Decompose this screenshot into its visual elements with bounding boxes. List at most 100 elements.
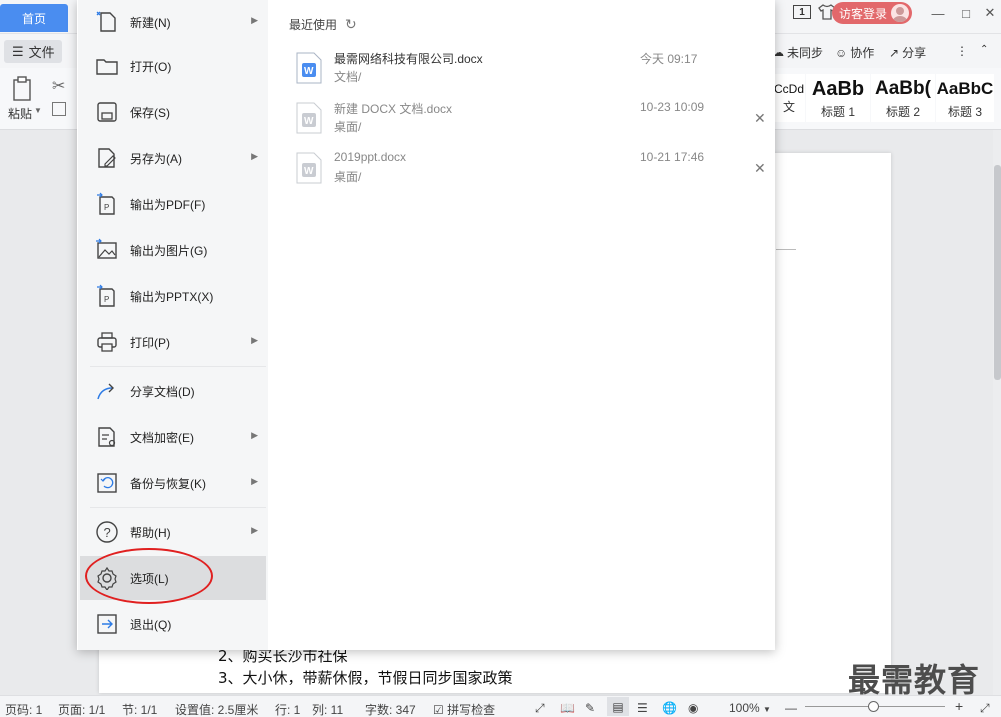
svg-text:?: ? <box>104 525 111 540</box>
fit-page-icon[interactable]: ⤢ <box>980 701 990 716</box>
chevron-right-icon: ▶ <box>251 430 258 440</box>
export-pdf-icon: P <box>97 192 115 215</box>
status-section[interactable]: 节: 1/1 <box>122 701 157 717</box>
style-heading-2[interactable]: AaBb( 标题 2 <box>871 74 935 122</box>
file-label: 文件 <box>28 45 55 60</box>
menu-item-exit[interactable]: 退出(Q) <box>80 602 266 646</box>
menu-item-export-pptx[interactable]: P 输出为PPTX(X) <box>80 274 266 318</box>
chevron-right-icon: ▶ <box>251 476 258 486</box>
menu-item-save[interactable]: 保存(S) <box>80 90 266 134</box>
spell-check-label: 拼写检查 <box>447 703 496 717</box>
recent-file-item[interactable]: W 新建 DOCX 文档.docx 桌面/ 10-23 10:09 ✕ <box>290 96 770 142</box>
window-count-icon[interactable]: 1 <box>793 5 811 19</box>
style-heading-1[interactable]: AaBb 标题 1 <box>806 74 870 122</box>
status-pages[interactable]: 页面: 1/1 <box>58 701 105 717</box>
menu-divider <box>90 366 266 367</box>
status-col: 列: 11 <box>312 703 344 717</box>
chevron-right-icon: ▶ <box>251 151 258 161</box>
close-icon[interactable]: ✕ <box>974 0 1001 26</box>
style-sample: CcDd <box>773 81 804 96</box>
scrollbar-thumb[interactable] <box>994 165 1001 380</box>
unsync-button[interactable]: ☁ 未同步 <box>773 44 823 61</box>
share-label: 分享 <box>902 46 927 60</box>
menu-item-open[interactable]: 打开(O) <box>80 44 266 88</box>
share-button[interactable]: ↗ 分享 <box>889 44 926 61</box>
read-mode-icon[interactable]: 📖 <box>560 701 575 715</box>
recent-file-path: 桌面/ <box>334 120 362 134</box>
paste-icon[interactable] <box>12 76 34 102</box>
page-view-icon[interactable]: ▤ <box>607 697 629 716</box>
write-mode-icon[interactable]: ✎ <box>585 701 595 715</box>
fullscreen-icon[interactable]: ⤢ <box>535 701 545 716</box>
share-icon <box>97 383 114 400</box>
web-view-icon[interactable]: 🌐 <box>662 701 677 715</box>
style-heading-3[interactable]: AaBbC 标题 3 <box>936 74 994 122</box>
menu-label: 备份与恢复(K) <box>130 476 206 491</box>
menu-item-encrypt[interactable]: 文档加密(E) ▶ <box>80 415 266 459</box>
zoom-slider-thumb[interactable] <box>868 701 879 712</box>
menu-label: 帮助(H) <box>130 525 171 540</box>
recent-file-name: 新建 DOCX 文档.docx <box>334 102 453 116</box>
status-bar: 页码: 1 页面: 1/1 节: 1/1 设置值: 2.5厘米 行: 1 列: … <box>0 695 1001 717</box>
exit-icon <box>97 614 117 634</box>
status-word-count[interactable]: 字数: 347 <box>365 701 416 717</box>
style-sample: AaBb <box>811 77 865 100</box>
collab-label: 协作 <box>850 46 875 60</box>
recent-file-item[interactable]: W 2019ppt.docx 桌面/ 10-21 17:46 ✕ <box>290 146 770 192</box>
menu-item-export-pdf[interactable]: P 输出为PDF(F) <box>80 182 266 226</box>
folder-icon <box>96 59 118 75</box>
chevron-up-icon[interactable]: ⌃ <box>980 44 988 55</box>
menu-item-save-as[interactable]: 另存为(A) ▶ <box>80 136 266 180</box>
menu-label: 退出(Q) <box>130 617 172 632</box>
menu-item-share[interactable]: 分享文档(D) <box>80 369 266 413</box>
remove-icon[interactable]: ✕ <box>754 160 766 177</box>
chevron-right-icon: ▶ <box>251 15 258 25</box>
zoom-value: 100% <box>729 701 760 715</box>
recent-file-name: 最需网络科技有限公司.docx <box>334 52 483 66</box>
menu-item-print[interactable]: 打印(P) ▶ <box>80 320 266 364</box>
document-line[interactable]: 3、大小休，带薪休假，节假日同步国家政策 <box>218 667 513 688</box>
paste-button[interactable]: 粘贴 <box>8 105 32 122</box>
zoom-in-icon[interactable]: + <box>955 698 963 714</box>
outline-view-icon[interactable]: ☰ <box>637 701 648 715</box>
eye-protect-icon[interactable]: ◉ <box>688 701 698 715</box>
menu-item-export-image[interactable]: 输出为图片(G) <box>80 228 266 272</box>
status-setting[interactable]: 设置值: 2.5厘米 <box>175 701 258 717</box>
style-label: 标题 1 <box>820 104 855 119</box>
zoom-out-icon[interactable]: — <box>785 701 797 715</box>
recent-title: 最近使用 <box>289 18 338 32</box>
menu-label: 打开(O) <box>130 59 172 74</box>
recent-file-item[interactable]: W 最需网络科技有限公司.docx 文档/ 今天 09:17 <box>290 46 770 92</box>
menu-label: 分享文档(D) <box>130 384 195 399</box>
cut-icon[interactable]: ✂ <box>52 76 65 96</box>
status-page-number[interactable]: 页码: 1 <box>5 701 42 717</box>
collab-button[interactable]: ☺ 协作 <box>835 44 874 61</box>
style-label: 文 <box>782 99 795 114</box>
copy-icon[interactable] <box>52 102 66 116</box>
svg-text:P: P <box>104 203 109 212</box>
tab-home[interactable]: 首页 <box>0 4 68 32</box>
new-file-icon <box>96 11 116 32</box>
remove-icon[interactable]: ✕ <box>754 110 766 127</box>
menu-item-backup[interactable]: 备份与恢复(K) ▶ <box>80 461 266 505</box>
unsync-label: 未同步 <box>787 46 824 60</box>
status-row: 行: 1 <box>275 703 301 717</box>
refresh-icon[interactable]: ↻ <box>345 16 357 33</box>
style-label: 标题 3 <box>947 104 982 119</box>
menu-item-new[interactable]: 新建(N) ▶ <box>80 0 266 44</box>
share-icon: ↗ <box>889 45 900 60</box>
menu-item-help[interactable]: ? 帮助(H) ▶ <box>80 510 266 554</box>
paste-dropdown-icon[interactable]: ▼ <box>34 106 42 115</box>
style-normal[interactable]: CcDd 文 <box>773 74 805 122</box>
more-button[interactable]: ⋮ <box>956 44 968 58</box>
visitor-login-button[interactable]: 访客登录 <box>832 2 912 24</box>
zoom-select[interactable]: 100% ▼ <box>729 701 771 715</box>
menu-divider <box>90 507 266 508</box>
spell-check-button[interactable]: ☑ 拼写检查 <box>433 701 495 717</box>
menu-label: 新建(N) <box>130 15 171 30</box>
word-doc-icon: W <box>296 102 322 134</box>
file-menu-button[interactable]: ☰ 文件 <box>4 40 62 63</box>
menu-label: 文档加密(E) <box>130 430 194 445</box>
export-pptx-icon: P <box>97 284 115 307</box>
svg-text:W: W <box>304 116 314 127</box>
